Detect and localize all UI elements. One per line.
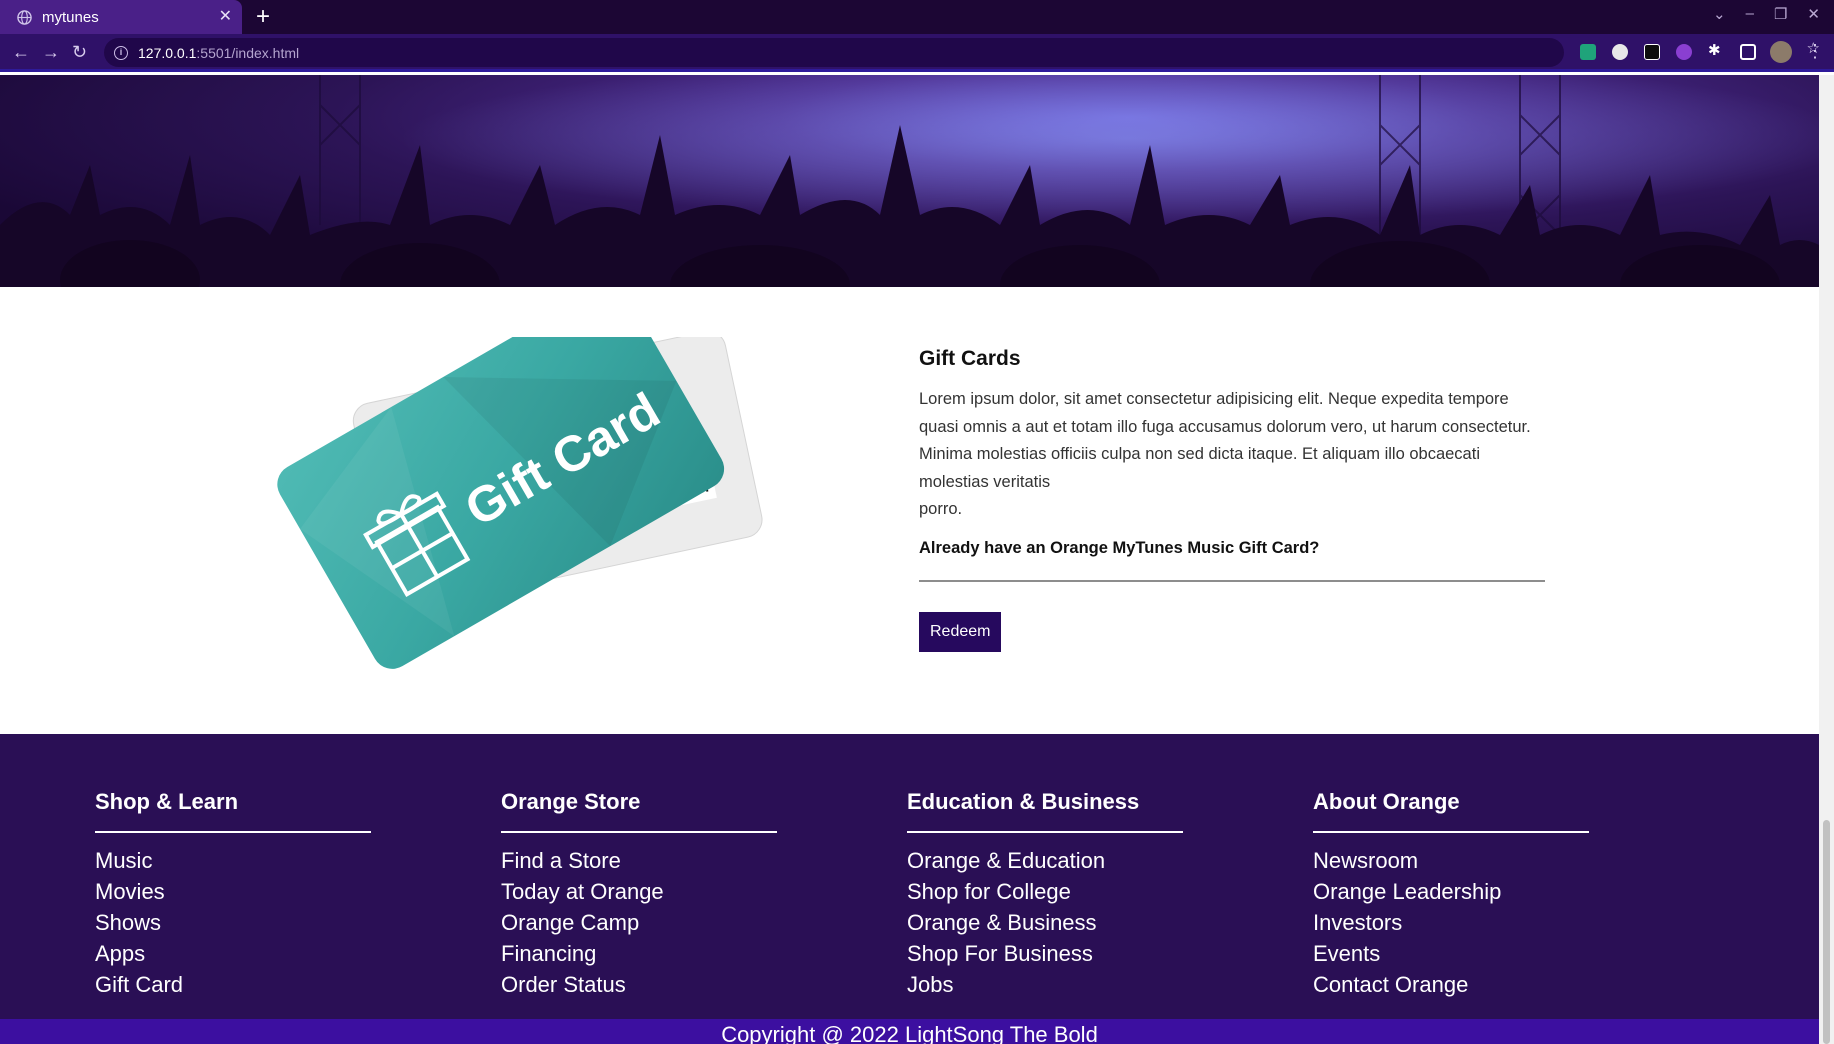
footer-link[interactable]: Gift Card xyxy=(95,969,371,1000)
footer-link[interactable]: Newsroom xyxy=(1313,845,1589,876)
extension-icon[interactable] xyxy=(1580,44,1596,60)
footer-link[interactable]: Jobs xyxy=(907,969,1183,1000)
copyright-bar: Copyright @ 2022 LightSong The Bold xyxy=(0,1019,1819,1044)
footer-column-title: Education & Business xyxy=(907,789,1183,833)
page-viewport: Gift Card Gift Cards Lorem ipsum dolor, … xyxy=(0,75,1819,1044)
gift-code-input-line[interactable] xyxy=(919,579,1545,582)
extension-icon[interactable] xyxy=(1676,44,1692,60)
footer-link[interactable]: Shop For Business xyxy=(907,938,1183,969)
footer-column-title: About Orange xyxy=(1313,789,1589,833)
gift-card-prompt: Already have an Orange MyTunes Music Gif… xyxy=(919,538,1320,557)
footer-link[interactable]: Investors xyxy=(1313,907,1589,938)
new-tab-button[interactable]: + xyxy=(256,3,270,31)
globe-icon xyxy=(17,9,32,25)
site-footer: Shop & Learn Music Movies Shows Apps Gif… xyxy=(0,734,1819,1044)
browser-tab[interactable]: mytunes ✕ xyxy=(0,0,242,34)
footer-link[interactable]: Order Status xyxy=(501,969,777,1000)
footer-link[interactable]: Financing xyxy=(501,938,777,969)
info-icon[interactable]: i xyxy=(114,45,128,60)
gift-cards-section: Gift Card Gift Cards Lorem ipsum dolor, … xyxy=(0,287,1819,734)
gift-card-image: Gift Card xyxy=(277,337,763,669)
footer-link[interactable]: Events xyxy=(1313,938,1589,969)
footer-link[interactable]: Orange Camp xyxy=(501,907,777,938)
reload-icon[interactable]: ↻ xyxy=(72,41,87,63)
gift-cards-content: Gift Cards Lorem ipsum dolor, sit amet c… xyxy=(919,347,1545,652)
avatar[interactable] xyxy=(1770,41,1792,63)
footer-link[interactable]: Orange Leadership xyxy=(1313,876,1589,907)
scrollbar-thumb[interactable] xyxy=(1823,820,1830,1044)
footer-link[interactable]: Contact Orange xyxy=(1313,969,1589,1000)
back-arrow-icon[interactable]: ← xyxy=(12,41,30,63)
address-bar[interactable]: i 127.0.0.1:5501/index.html xyxy=(104,38,1564,67)
browser-tab-strip: mytunes ✕ + ⌄ – ❐ ✕ xyxy=(0,0,1834,34)
menu-kebab-icon[interactable]: ⋮ xyxy=(1806,40,1824,62)
footer-link[interactable]: Orange & Business xyxy=(907,907,1183,938)
footer-link[interactable]: Today at Orange xyxy=(501,876,777,907)
footer-column-education-business: Education & Business Orange & Education … xyxy=(907,789,1183,1000)
window-close-icon[interactable]: ✕ xyxy=(1807,5,1820,23)
footer-column-about-orange: About Orange Newsroom Orange Leadership … xyxy=(1313,789,1589,1000)
footer-link[interactable]: Music xyxy=(95,845,371,876)
footer-link[interactable]: Shows xyxy=(95,907,371,938)
browser-toolbar: ← → ↻ i 127.0.0.1:5501/index.html ⋖ ☆ ✱ … xyxy=(0,34,1834,72)
gift-cards-description: Lorem ipsum dolor, sit amet consectetur … xyxy=(919,390,1531,518)
redeem-button[interactable]: Redeem xyxy=(919,611,1002,652)
side-panel-icon[interactable] xyxy=(1740,44,1756,60)
url-text: 127.0.0.1:5501/index.html xyxy=(138,44,300,61)
extension-icon[interactable] xyxy=(1644,44,1660,60)
footer-link[interactable]: Find a Store xyxy=(501,845,777,876)
restore-icon[interactable]: ❐ xyxy=(1774,5,1787,23)
tab-search-icon[interactable]: ⌄ xyxy=(1713,5,1726,23)
close-icon[interactable]: ✕ xyxy=(219,7,232,27)
footer-link[interactable]: Apps xyxy=(95,938,371,969)
footer-column-title: Orange Store xyxy=(501,789,777,833)
concert-hero-image xyxy=(0,75,1819,287)
forward-arrow-icon[interactable]: → xyxy=(42,41,60,63)
puzzle-icon[interactable]: ✱ xyxy=(1708,43,1724,59)
crowd-silhouette xyxy=(0,75,1819,287)
footer-column-title: Shop & Learn xyxy=(95,789,371,833)
footer-link[interactable]: Orange & Education xyxy=(907,845,1183,876)
page-scrollbar[interactable] xyxy=(1819,75,1834,1044)
footer-link[interactable]: Shop for College xyxy=(907,876,1183,907)
footer-column-orange-store: Orange Store Find a Store Today at Orang… xyxy=(501,789,777,1000)
extension-icon[interactable] xyxy=(1612,44,1628,60)
gift-cards-title: Gift Cards xyxy=(919,347,1021,370)
footer-column-shop-learn: Shop & Learn Music Movies Shows Apps Gif… xyxy=(95,789,371,1000)
footer-link[interactable]: Movies xyxy=(95,876,371,907)
minimize-icon[interactable]: – xyxy=(1746,5,1754,23)
window-controls: ⌄ – ❐ ✕ xyxy=(1713,5,1820,23)
tab-title: mytunes xyxy=(42,8,99,26)
